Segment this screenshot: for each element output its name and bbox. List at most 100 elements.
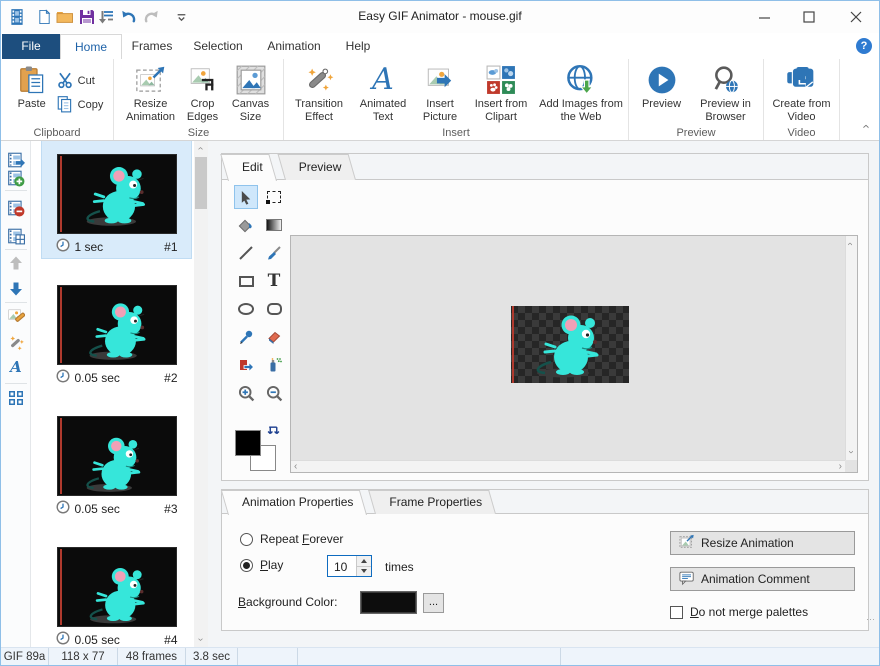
animation-comment-button[interactable]: Animation Comment <box>670 567 855 591</box>
scroll-up-arrow[interactable]: › <box>194 141 208 156</box>
canvas-horizontal-scrollbar[interactable]: ‹ › <box>291 460 845 472</box>
frame-effects-wand-icon[interactable] <box>7 333 25 351</box>
frame-number: #4 <box>164 633 177 647</box>
tab-selection[interactable]: Selection <box>182 34 254 59</box>
cut-scissors-icon <box>56 71 74 92</box>
scrollbar-thumb[interactable] <box>195 157 207 209</box>
create-from-video-button[interactable]: Create from Video <box>766 62 838 124</box>
radio-circle[interactable] <box>240 533 253 546</box>
swap-colors-icon[interactable] <box>267 425 280 441</box>
resize-animation-button[interactable]: Resize Animation <box>124 62 178 124</box>
canvas-scroll-up-icon[interactable]: › <box>849 238 852 250</box>
status-duration: 3.8 sec <box>186 648 238 665</box>
frame-item-4[interactable]: 0.05 sec #4 <box>42 534 192 647</box>
checkbox-square[interactable] <box>670 606 683 619</box>
comment-bubble-icon <box>679 570 695 589</box>
rectangle-tool[interactable] <box>234 269 258 293</box>
zoom-in-tool[interactable] <box>234 381 258 405</box>
tab-animation[interactable]: Animation <box>256 34 332 59</box>
tab-animation-properties[interactable]: Animation Properties <box>228 490 375 514</box>
merge-palettes-checkbox[interactable]: Do not merge palettes <box>670 605 798 619</box>
airbrush-tool[interactable] <box>262 353 286 377</box>
edit-frame-image-icon[interactable] <box>7 307 25 325</box>
help-icon[interactable]: ? <box>856 38 872 54</box>
eyedropper-tool[interactable] <box>234 325 258 349</box>
radio-circle-selected[interactable] <box>240 559 253 572</box>
clock-icon <box>56 631 70 647</box>
minimize-button[interactable] <box>749 5 779 29</box>
clock-icon <box>56 369 70 386</box>
gradient-tool[interactable] <box>262 213 286 237</box>
frame-list-scrollbar[interactable]: › › <box>194 141 208 647</box>
tab-home[interactable]: Home <box>60 34 122 59</box>
frame-item-2[interactable]: 0.05 sec #2 <box>42 272 192 403</box>
rounded-rect-icon <box>267 303 282 315</box>
zoom-out-tool[interactable] <box>262 381 286 405</box>
select-tool[interactable] <box>234 185 258 209</box>
insert-from-clipart-button[interactable]: Insert from Clipart <box>467 62 535 124</box>
window-resize-grip[interactable]: ⋯ <box>866 614 875 625</box>
close-button[interactable] <box>841 5 871 29</box>
tab-edit-preview[interactable]: Preview <box>285 154 364 180</box>
maximize-button[interactable] <box>794 5 824 29</box>
resize-animation-action-button[interactable]: Resize Animation <box>670 531 855 555</box>
extract-frames-icon[interactable] <box>7 151 25 169</box>
fill-tool[interactable] <box>234 213 258 237</box>
eraser-tool[interactable] <box>262 325 286 349</box>
cut-button[interactable]: Cut <box>56 70 104 92</box>
foreground-color-swatch[interactable] <box>235 430 261 456</box>
duplicate-frame-icon[interactable] <box>7 227 25 245</box>
ellipse-tool[interactable] <box>234 297 258 321</box>
canvas-scroll-down-icon[interactable]: › <box>849 446 852 458</box>
text-tool[interactable]: T <box>262 269 286 293</box>
magic-wand-icon <box>303 62 335 98</box>
line-tool[interactable] <box>234 241 258 265</box>
canvas-scroll-right-icon[interactable]: › <box>839 461 842 473</box>
canvas-viewport[interactable] <box>291 236 845 460</box>
insert-picture-button[interactable]: Insert Picture <box>416 62 464 124</box>
gif-frame-image[interactable] <box>511 306 629 383</box>
background-color-well[interactable] <box>360 591 417 614</box>
manage-frames-grid-icon[interactable] <box>7 389 25 407</box>
frame-text-icon[interactable]: A <box>7 358 25 376</box>
copy-button[interactable]: Copy <box>56 94 104 116</box>
tab-frames[interactable]: Frames <box>122 34 182 59</box>
drawing-canvas[interactable]: › › ‹ › <box>290 235 858 473</box>
repeat-forever-radio[interactable]: Repeat Forever <box>240 532 343 546</box>
add-frame-icon[interactable] <box>7 169 25 187</box>
canvas-vertical-scrollbar[interactable]: › › <box>845 236 857 460</box>
tab-file[interactable]: File <box>2 34 60 59</box>
frame-item-3[interactable]: 0.05 sec #3 <box>42 403 192 534</box>
spinner-down-button[interactable] <box>357 567 371 577</box>
frame-3-thumbnail <box>57 416 177 496</box>
rectangle-icon <box>239 276 254 287</box>
spinner-up-button[interactable] <box>357 556 371 567</box>
frame-item-1[interactable]: 1 sec #1 <box>42 141 192 272</box>
delete-frame-icon[interactable] <box>7 199 25 217</box>
marquee-select-tool[interactable] <box>262 185 286 209</box>
move-frame-up-icon[interactable] <box>7 254 25 272</box>
background-color-browse-button[interactable]: ... <box>423 593 444 613</box>
tab-help[interactable]: Help <box>334 34 382 59</box>
transition-effect-button[interactable]: Transition Effect <box>288 62 350 124</box>
play-times-spinner[interactable]: 10 <box>327 555 372 577</box>
rounded-rect-tool[interactable] <box>262 297 286 321</box>
preview-in-browser-button[interactable]: Preview in Browser <box>693 62 759 124</box>
add-images-web-button[interactable]: Add Images from the Web <box>538 62 624 124</box>
move-frame-down-icon[interactable] <box>7 280 25 298</box>
play-radio[interactable]: Play <box>240 558 283 572</box>
frame-1-selection: 1 sec #1 <box>42 141 191 258</box>
tab-frame-properties[interactable]: Frame Properties <box>375 490 504 514</box>
canvas-scroll-left-icon[interactable]: ‹ <box>294 461 297 473</box>
tab-edit[interactable]: Edit <box>228 154 285 180</box>
scroll-down-arrow[interactable]: › <box>194 632 208 647</box>
crop-edges-button[interactable]: Crop Edges <box>181 62 225 124</box>
brush-tool[interactable] <box>262 241 286 265</box>
play-times-value[interactable]: 10 <box>328 556 356 576</box>
invert-colors-tool[interactable] <box>234 353 258 377</box>
canvas-size-button[interactable]: Canvas Size <box>228 62 274 124</box>
animated-text-button[interactable]: A Animated Text <box>353 62 413 124</box>
paste-button[interactable]: Paste <box>11 62 53 116</box>
collapse-ribbon-icon[interactable]: › <box>863 119 867 134</box>
preview-button[interactable]: Preview <box>634 62 690 124</box>
